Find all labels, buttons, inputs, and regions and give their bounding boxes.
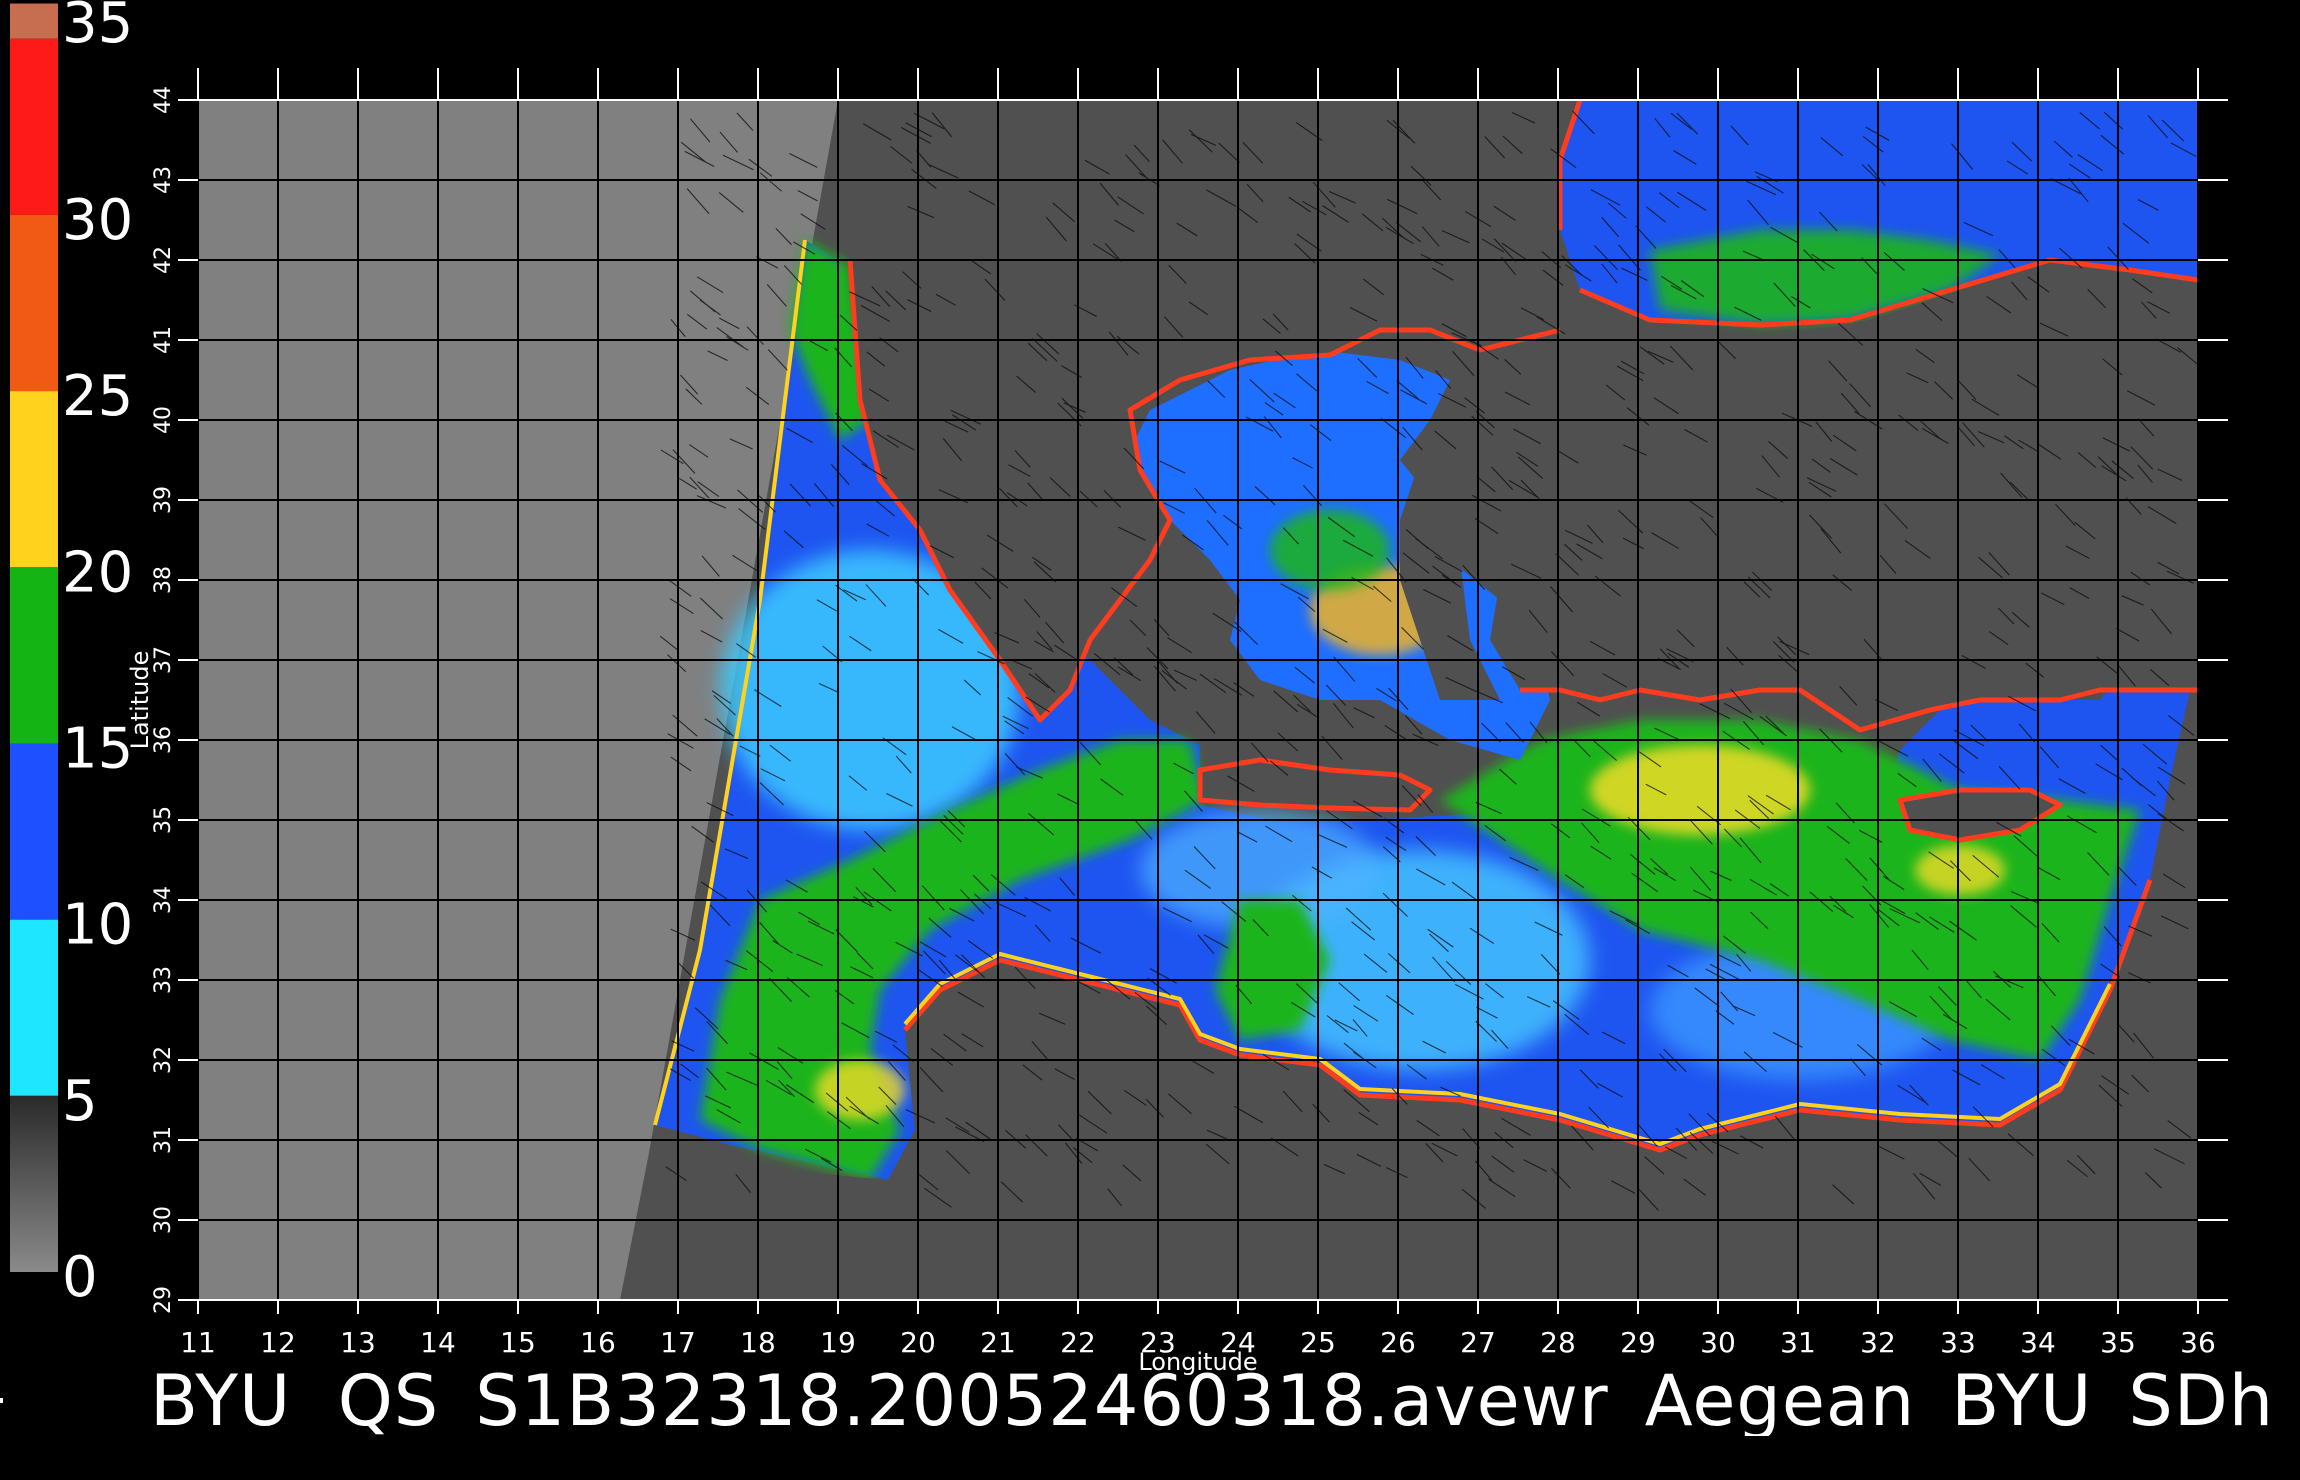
map-panel [198,100,2198,1300]
y-tick-label: 40 [151,406,176,434]
y-tick-label: 36 [151,726,176,754]
x-tick-label: 32 [1860,1326,1896,1359]
x-tick-label: 27 [1460,1326,1496,1359]
x-tick-label: 17 [660,1326,696,1359]
colorbar-label: 35 [62,0,133,56]
x-tick-label: 11 [180,1326,216,1359]
colorbar-label: 5 [62,1069,98,1134]
strong-wind-libya [815,1060,905,1120]
x-tick-label: 25 [1300,1326,1336,1359]
y-tick-label: 39 [151,486,176,514]
x-tick-label: 19 [820,1326,856,1359]
y-tick-label: 35 [151,806,176,834]
y-tick-label: 33 [151,966,176,994]
x-tick-label: 34 [2020,1326,2056,1359]
y-tick-label: 32 [151,1046,176,1074]
y-tick-label: 34 [151,886,176,914]
colorbar-segment [10,919,58,1096]
colorbar-segment [10,743,58,920]
colorbar-label: 25 [62,364,133,429]
x-tick-label: 13 [340,1326,376,1359]
x-tick-label: 16 [580,1326,616,1359]
x-tick-label: 35 [2100,1326,2136,1359]
y-tick-label: 41 [151,326,176,354]
strong-wind-east [1590,745,1810,835]
x-tick-label: 18 [740,1326,776,1359]
x-tick-label: 20 [900,1326,936,1359]
y-tick-label: 31 [151,1126,176,1154]
colorbar-label: 0 [62,1245,98,1310]
x-tick-label: 30 [1700,1326,1736,1359]
wind-speed-colorbar [10,3,58,1272]
land-turkey [1480,275,2198,730]
colorbar-segment [10,38,58,215]
x-tick-label: 31 [1780,1326,1816,1359]
y-tick-label: 42 [151,246,176,274]
y-tick-label: 29 [151,1286,176,1314]
x-tick-label: 26 [1380,1326,1416,1359]
edge-marker [0,1398,3,1403]
colorbar-segment [10,214,58,392]
y-tick-label: 37 [151,646,176,674]
x-tick-label: 21 [980,1326,1016,1359]
x-tick-label: 28 [1540,1326,1576,1359]
colorbar-segment [10,391,58,568]
x-tick-label: 14 [420,1326,456,1359]
x-tick-label: 29 [1620,1326,1656,1359]
wind-map-figure: 35 30 25 20 15 10 5 0 11 12 13 14 15 16 17 18 1… [10,0,2228,1376]
y-tick-labels: 29 30 31 32 33 34 35 36 37 38 39 40 41 42 43 44 [151,86,176,1314]
colorbar-label: 10 [62,893,133,958]
colorbar-segment [10,567,58,744]
image-title: BYU QS_S1B32318.20052460318.avewr_Aegean… [150,1366,2275,1436]
x-tick-label: 15 [500,1326,536,1359]
y-tick-label: 38 [151,566,176,594]
y-tick-label: 30 [151,1206,176,1234]
colorbar-label: 30 [62,188,133,253]
colorbar-segment [10,1095,58,1272]
colorbar-segment [10,3,58,39]
y-tick-label: 43 [151,166,176,194]
colorbar-label: 15 [62,716,133,781]
x-tick-label: 36 [2180,1326,2216,1359]
x-tick-label: 22 [1060,1326,1096,1359]
y-tick-label: 44 [151,86,176,114]
x-tick-label: 33 [1940,1326,1976,1359]
x-tick-label: 12 [260,1326,296,1359]
y-axis-label: Latitude [126,651,154,750]
colorbar-label: 20 [62,540,133,605]
aegean-wind-green [1270,510,1390,590]
colorbar-labels: 35 30 25 20 15 10 5 0 [62,0,133,1310]
